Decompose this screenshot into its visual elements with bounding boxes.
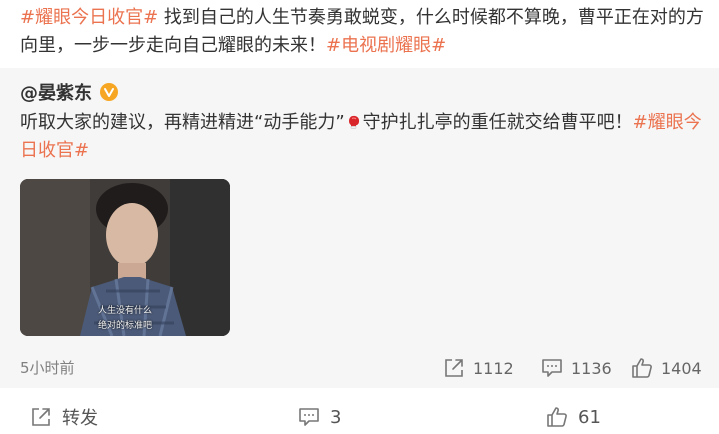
quoted-text: 听取大家的建议，再精进精进“动手能力” 守护扎扎亭的重任就交给曹平吧！#耀眼今日收… [20,109,705,165]
quoted-author-row: @晏紫东 [20,80,118,104]
thumbs-up-icon [547,407,567,427]
repost-icon [445,359,463,377]
video-thumbnail[interactable]: 人生没有什么 绝对的标准吧 [20,179,230,336]
verified-badge-icon [100,83,118,101]
like-button[interactable]: 61 [546,404,601,430]
quoted-repost-stat[interactable]: 1112 [443,356,514,380]
quoted-meta-row: 5小时前 1112 1136 1404 [0,356,719,380]
repost-icon [32,408,50,426]
repost-button[interactable]: 转发 [30,404,98,430]
thumbs-up-icon [632,358,652,378]
comment-button[interactable]: 3 [298,404,341,430]
quoted-body-text: 听取大家的建议，再精进精进“动手能力” [20,112,345,133]
quoted-body-text-2: 守护扎扎亭的重任就交给曹平吧！ [362,112,633,133]
post-action-bar: 转发 3 61 [0,400,719,434]
quoted-comment-stat[interactable]: 1136 [541,356,612,380]
quoted-like-stat[interactable]: 1404 [631,356,702,380]
boxing-glove-icon [346,111,362,129]
quoted-post[interactable]: @晏紫东 听取大家的建议，再精进精进“动手能力” 守护扎扎亭的重任就交给曹平吧！#… [0,68,719,388]
comment-icon [299,408,319,426]
quoted-author-name[interactable]: @晏紫东 [20,79,92,105]
like-count: 61 [578,406,601,428]
topic-link[interactable]: #耀眼今日收官# [20,7,158,28]
comment-icon [542,359,562,377]
post-text: #耀眼今日收官# 找到自己的人生节奏勇敢蜕变，什么时候都不算晚，曹平正在对的方向… [20,4,710,60]
like-count: 1404 [661,358,702,378]
video-subtitle: 人生没有什么 [97,306,152,316]
topic-link[interactable]: #电视剧耀眼# [326,35,446,56]
timestamp[interactable]: 5小时前 [20,356,75,380]
weibo-post: #耀眼今日收官# 找到自己的人生节奏勇敢蜕变，什么时候都不算晚，曹平正在对的方向… [0,0,719,434]
repost-count: 1112 [473,358,514,378]
comment-count: 1136 [571,358,612,378]
video-subtitle: 绝对的标准吧 [97,321,152,331]
comment-count: 3 [330,406,342,428]
repost-label: 转发 [62,408,98,429]
